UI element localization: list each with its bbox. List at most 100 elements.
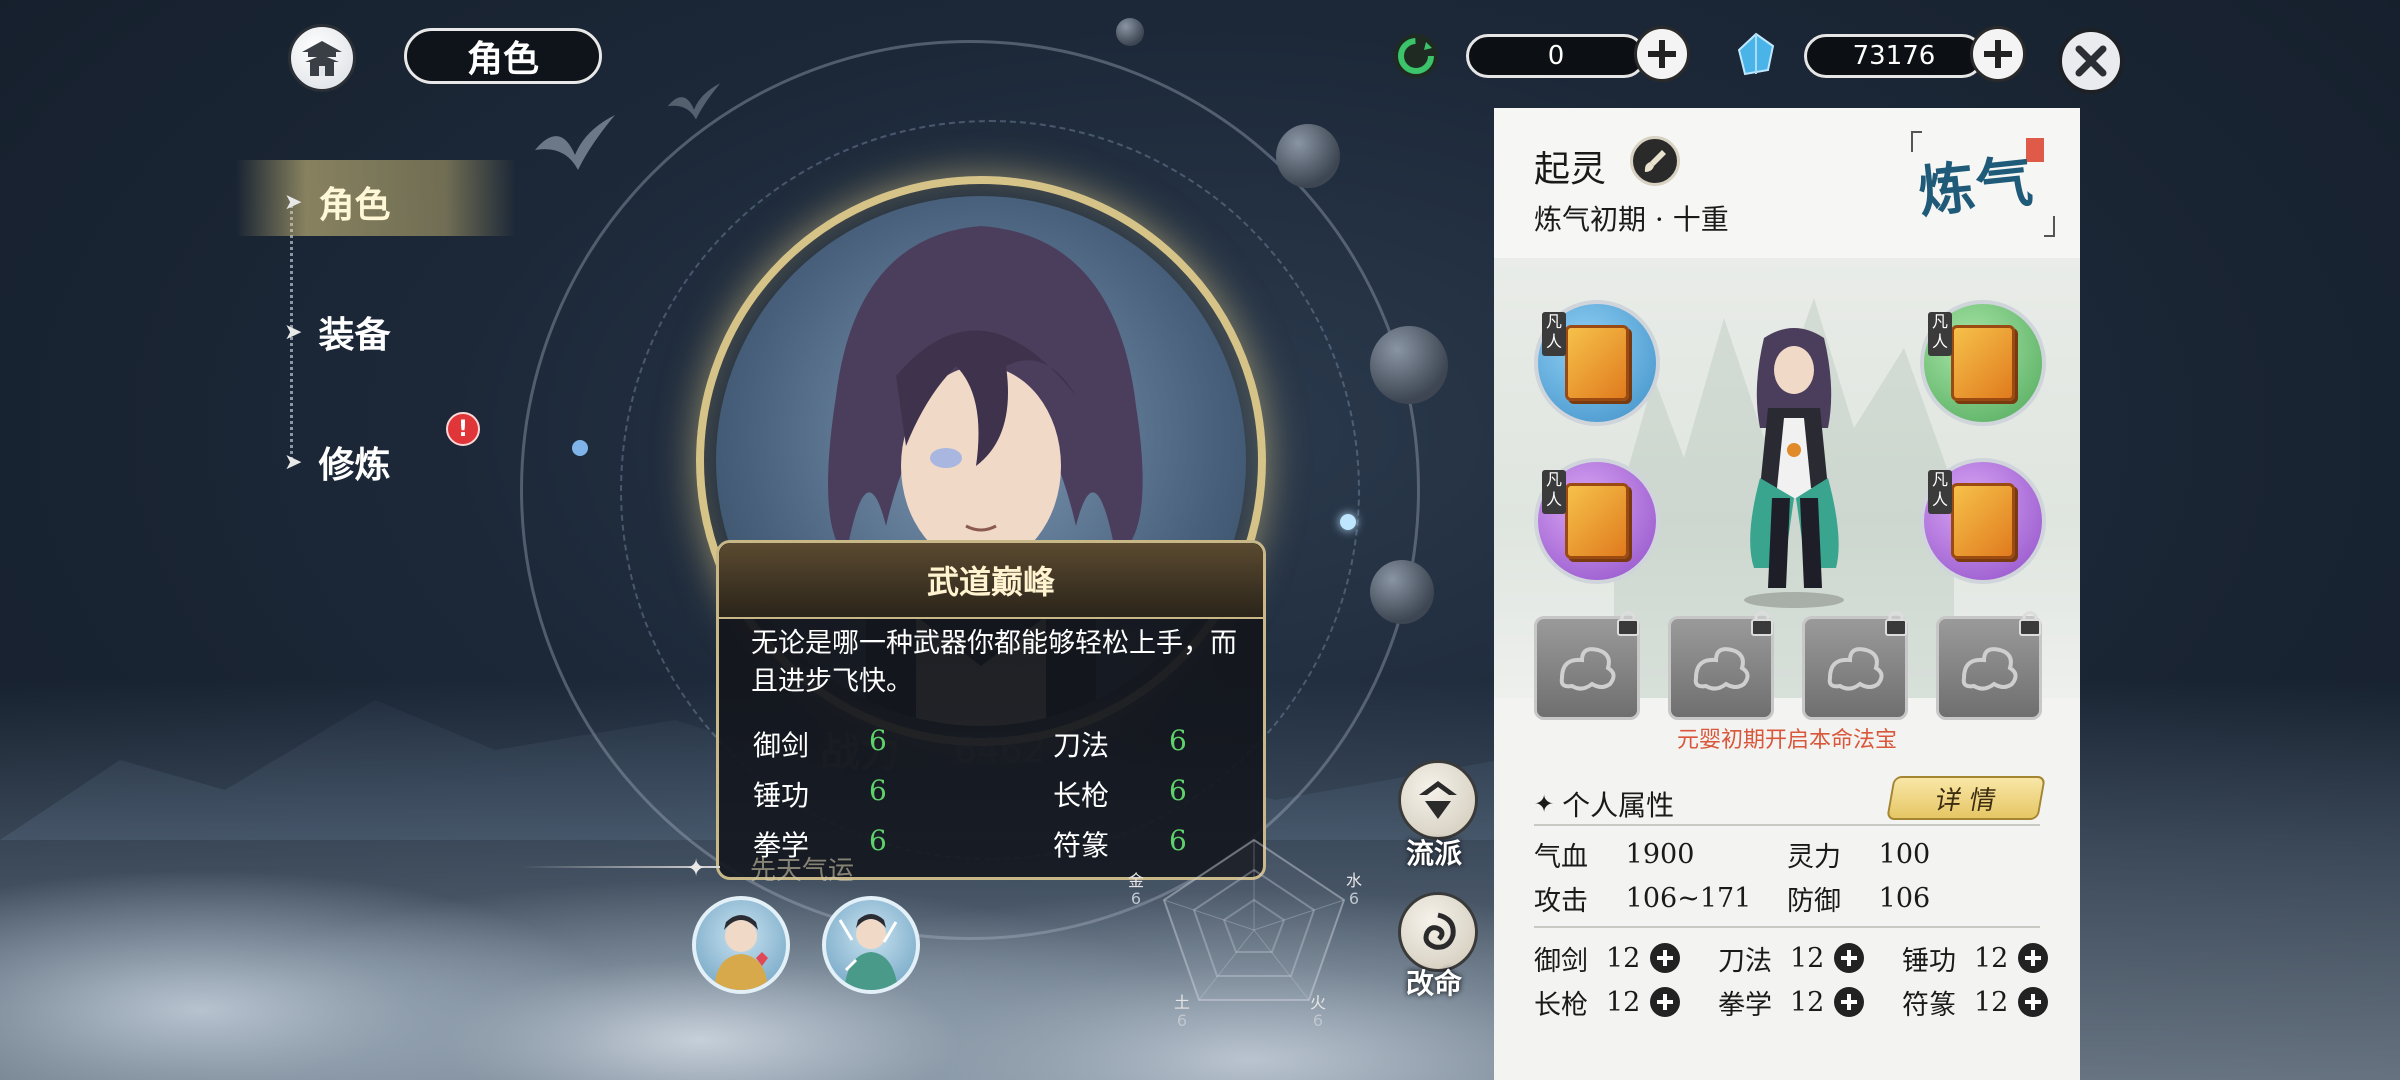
trait-stat-value: 6: [1169, 724, 1187, 757]
page-title: 角色: [404, 28, 602, 84]
cloud-swirl-icon: [1827, 647, 1884, 691]
bird-decoration-icon: [535, 115, 615, 170]
skill-value: 12: [1974, 942, 2009, 974]
cultivation-realm: 炼气初期 · 十重: [1534, 203, 1729, 236]
plus-icon: [1984, 40, 2012, 68]
orbit-dot: [1340, 514, 1356, 530]
add-skill-button[interactable]: [2018, 987, 2048, 1017]
nav-item-label: 修炼: [318, 445, 391, 486]
pavilion-icon: [302, 41, 342, 76]
trait-stat-value: 6: [869, 774, 887, 807]
trait-stat-label: 御剑: [753, 729, 810, 762]
trait-stat-label: 锤功: [753, 779, 810, 812]
skill-label: 刀法: [1718, 945, 1772, 977]
attributes-header: ✦ 个人属性: [1534, 784, 1674, 824]
radar-label: 土: [1174, 993, 1191, 1012]
attribute-row: 攻击 106~171 防御 106: [1534, 876, 2040, 920]
nav-item-equipment[interactable]: ➤ 装备: [284, 306, 390, 358]
manual-book-icon: [1951, 325, 2015, 401]
radar-value: 6: [1130, 889, 1142, 908]
add-skill-button[interactable]: [1650, 943, 1680, 973]
radar-value: 6: [1348, 889, 1360, 908]
technique-slot-1[interactable]: 凡人: [1534, 300, 1660, 426]
plus-icon: [2025, 994, 2041, 1010]
sect-label: 流派: [1406, 837, 1463, 870]
plus-icon: [2025, 950, 2041, 966]
attribute-grid: 气血 1900 灵力 100 攻击 106~171 防御 106: [1534, 832, 2040, 920]
skill-value: 12: [1974, 986, 2009, 1018]
trait-stat-value: 6: [869, 824, 887, 857]
fortune-avatar-1[interactable]: [692, 896, 790, 994]
manual-book-icon: [1565, 483, 1629, 559]
rename-button[interactable]: [1630, 136, 1680, 186]
skill-item: 锤功 12: [1902, 939, 2052, 978]
jade-token-icon: [1394, 34, 1438, 78]
character-panel: 起灵 炼气初期 · 十重 炼气 凡人 凡人 凡人 凡人 元婴初期开启本命法宝 ✦…: [1494, 108, 2080, 1080]
attribute-label: 防御: [1787, 885, 1841, 917]
orbit-planet: [1116, 18, 1144, 46]
trait-title: 武道巅峰: [719, 543, 1263, 619]
details-button[interactable]: 详 情: [1886, 776, 2046, 820]
skill-label: 符篆: [1902, 989, 1956, 1021]
plus-icon: [1657, 994, 1673, 1010]
technique-slot-3[interactable]: 凡人: [1534, 458, 1660, 584]
sparkle-icon: ✦: [686, 854, 707, 882]
lock-icon: [1751, 611, 1773, 636]
treasure-slot-locked-4[interactable]: [1936, 611, 2042, 720]
attributes-header-label: 个人属性: [1562, 789, 1675, 822]
alert-badge: !: [446, 412, 480, 446]
treasure-slot-locked-3[interactable]: [1802, 611, 1908, 720]
skill-item: 刀法 12: [1718, 939, 1902, 978]
lock-icon: [1885, 611, 1907, 636]
radar-fire: 火6: [1310, 994, 1326, 1030]
skill-value: 12: [1606, 986, 1641, 1018]
add-skill-button[interactable]: [2018, 943, 2048, 973]
technique-slot-4[interactable]: 凡人: [1920, 458, 2046, 584]
fortune-avatar-2[interactable]: [822, 896, 920, 994]
rank-tag: 凡人: [1542, 470, 1566, 514]
divider: [1534, 824, 2040, 826]
manual-book-icon: [1565, 325, 1629, 401]
home-button[interactable]: [288, 24, 356, 92]
treasure-slot-locked-1[interactable]: [1534, 611, 1640, 720]
lock-icon: [1617, 611, 1639, 636]
technique-slot-2[interactable]: 凡人: [1920, 300, 2046, 426]
skill-item: 符篆 12: [1902, 983, 2052, 1022]
nav-item-character[interactable]: ➤ 角色: [284, 176, 390, 228]
add-crystal-button[interactable]: [1970, 26, 2026, 82]
orbit-planet: [1370, 560, 1434, 624]
radar-value: 6: [1312, 1011, 1324, 1030]
close-icon: [2075, 45, 2107, 77]
radar-value: 6: [1176, 1011, 1188, 1030]
cloud-swirl-icon: [1693, 647, 1750, 691]
orbit-planet: [1276, 124, 1340, 188]
attribute-value: 1900: [1625, 838, 1695, 870]
add-jade-button[interactable]: [1634, 26, 1690, 82]
divider: [1534, 926, 2040, 928]
close-button[interactable]: [2058, 28, 2124, 94]
radar-label: 水: [1346, 871, 1363, 890]
treasure-slot-locked-2[interactable]: [1668, 611, 1774, 720]
add-skill-button[interactable]: [1834, 943, 1864, 973]
chevron-right-icon: ➤: [284, 449, 303, 475]
skill-value: 12: [1606, 942, 1641, 974]
attribute-label: 攻击: [1534, 885, 1588, 917]
resource-jade-value: 0: [1466, 34, 1646, 78]
skill-label: 拳学: [1718, 989, 1772, 1021]
nav-item-cultivation[interactable]: ➤ 修炼: [284, 436, 390, 488]
swirl-icon: [1423, 912, 1456, 950]
attribute-value: 106: [1878, 882, 1931, 914]
fate-button[interactable]: [1398, 892, 1478, 972]
radar-label: 金: [1128, 871, 1145, 890]
character-name: 起灵: [1534, 149, 1607, 190]
radar-earth: 土6: [1174, 994, 1190, 1030]
fortune-portrait-icon: [838, 914, 898, 990]
add-skill-button[interactable]: [1650, 987, 1680, 1017]
sect-button[interactable]: [1398, 760, 1478, 840]
chevron-right-icon: ➤: [284, 319, 303, 345]
rank-tag: 凡人: [1542, 312, 1566, 356]
cloud-swirl-icon: [1961, 647, 2018, 691]
trait-description: 无论是哪一种武器你都能够轻松上手，而且进步飞快。: [751, 628, 1237, 697]
realm-stamp-text: 炼气: [1915, 148, 2038, 226]
add-skill-button[interactable]: [1834, 987, 1864, 1017]
